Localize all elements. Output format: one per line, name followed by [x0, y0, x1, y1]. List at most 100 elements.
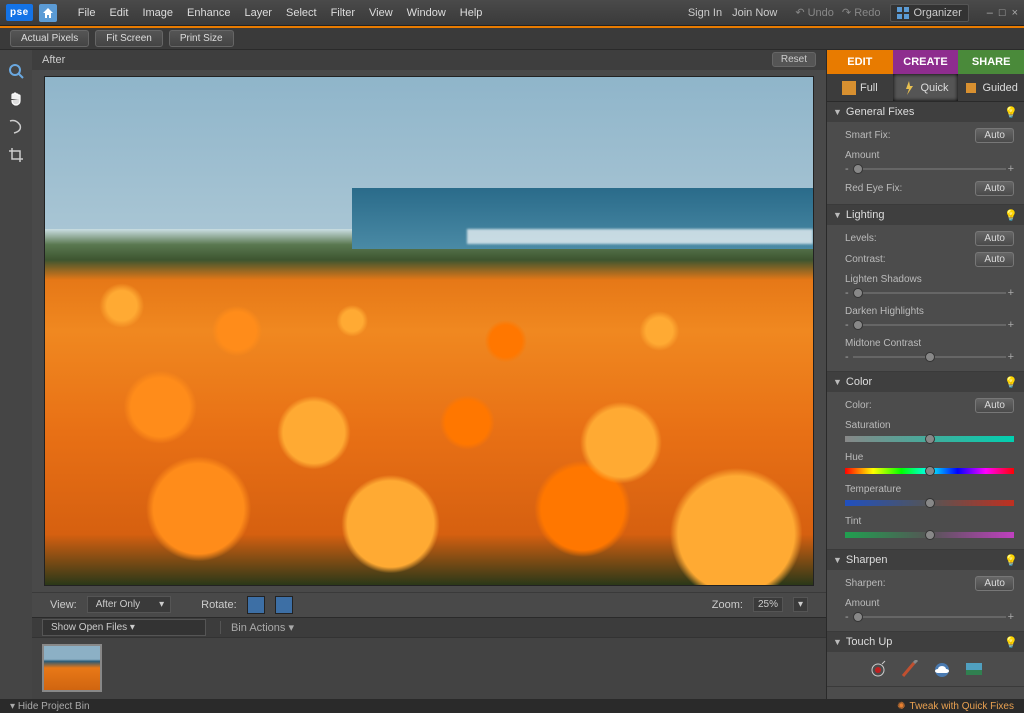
canvas-label: After [42, 54, 65, 66]
menu-image[interactable]: Image [135, 7, 180, 19]
undo-label: Undo [808, 7, 834, 19]
whiten-teeth-tool-icon[interactable] [900, 660, 920, 678]
section-header-touchup[interactable]: ▼Touch Up💡 [827, 632, 1024, 652]
general-title: General Fixes [846, 106, 914, 118]
zoom-value[interactable]: 25% [753, 597, 783, 612]
section-header-color[interactable]: ▼Color💡 [827, 372, 1024, 392]
section-sharpen: ▼Sharpen💡 Sharpen:Auto Amount -+ [827, 550, 1024, 632]
saturation-label: Saturation [845, 420, 891, 431]
section-header-sharpen[interactable]: ▼Sharpen💡 [827, 550, 1024, 570]
rotate-left-button[interactable] [247, 596, 265, 614]
sharpen-title: Sharpen [846, 554, 888, 566]
menu-edit[interactable]: Edit [102, 7, 135, 19]
lighten-slider[interactable]: -+ [845, 287, 1014, 299]
bulb-icon[interactable]: 💡 [1004, 554, 1018, 567]
menu-file[interactable]: File [71, 7, 103, 19]
bulb-icon[interactable]: 💡 [1004, 636, 1018, 649]
menu-layer[interactable]: Layer [237, 7, 279, 19]
darken-label: Darken Highlights [845, 306, 924, 317]
color-label: Color: [845, 400, 969, 411]
black-white-tool-icon[interactable] [964, 660, 984, 678]
redo-button[interactable]: ↷ Redo [842, 6, 881, 19]
signin-link[interactable]: Sign In [688, 7, 722, 19]
minimize-button[interactable]: – [987, 7, 993, 19]
menu-filter[interactable]: Filter [324, 7, 362, 19]
darken-slider[interactable]: -+ [845, 319, 1014, 331]
smartfix-auto-button[interactable]: Auto [975, 128, 1014, 143]
bulb-icon[interactable]: 💡 [1004, 376, 1018, 389]
crop-tool-icon[interactable] [7, 146, 25, 164]
tweak-hint: ✺ Tweak with Quick Fixes [897, 701, 1014, 712]
bin-bar: Show Open Files ▾ Bin Actions ▾ [32, 617, 826, 637]
quick-select-tool-icon[interactable] [7, 118, 25, 136]
hide-bin-toggle[interactable]: ▾ Hide Project Bin [10, 701, 90, 712]
hand-tool-icon[interactable] [7, 90, 25, 108]
sharpen-amount-label: Amount [845, 598, 879, 609]
levels-label: Levels: [845, 233, 969, 244]
reset-button[interactable]: Reset [772, 52, 816, 67]
menubar: pse File Edit Image Enhance Layer Select… [0, 0, 1024, 26]
levels-auto-button[interactable]: Auto [975, 231, 1014, 246]
joinnow-link[interactable]: Join Now [732, 7, 777, 19]
contrast-auto-button[interactable]: Auto [975, 252, 1014, 267]
tab-share[interactable]: SHARE [958, 50, 1024, 74]
image-canvas[interactable] [44, 76, 814, 586]
menu-window[interactable]: Window [400, 7, 453, 19]
undo-button[interactable]: ↶ Undo [795, 6, 834, 19]
redeye-tool-icon[interactable] [868, 660, 888, 678]
smartfix-label: Smart Fix: [845, 130, 969, 141]
section-touchup: ▼Touch Up💡 [827, 632, 1024, 687]
home-icon[interactable] [39, 4, 57, 22]
project-bin [32, 637, 826, 699]
right-panel: EDIT CREATE SHARE Full Quick Guided ▼Gen… [826, 50, 1024, 699]
mode-guided[interactable]: Guided [958, 74, 1024, 101]
close-button[interactable]: × [1012, 7, 1018, 19]
rotate-right-button[interactable] [275, 596, 293, 614]
temperature-slider[interactable] [845, 497, 1014, 509]
bin-thumbnail[interactable] [42, 644, 102, 692]
center-panel: After Reset View: After Only▾ Rotate: Zo… [32, 50, 826, 699]
redeye-auto-button[interactable]: Auto [975, 181, 1014, 196]
tab-edit[interactable]: EDIT [827, 50, 893, 74]
midtone-label: Midtone Contrast [845, 338, 921, 349]
sharpen-auto-button[interactable]: Auto [975, 576, 1014, 591]
section-header-general[interactable]: ▼General Fixes💡 [827, 102, 1024, 122]
fit-screen-button[interactable]: Fit Screen [95, 30, 163, 47]
mode-full-label: Full [860, 82, 878, 94]
maximize-button[interactable]: □ [999, 7, 1006, 19]
zoom-tool-icon[interactable] [7, 62, 25, 80]
organizer-button[interactable]: Organizer [890, 4, 968, 22]
saturation-slider[interactable] [845, 433, 1014, 445]
tab-create[interactable]: CREATE [893, 50, 959, 74]
section-header-lighting[interactable]: ▼Lighting💡 [827, 205, 1024, 225]
menu-view[interactable]: View [362, 7, 400, 19]
mode-quick[interactable]: Quick [893, 74, 959, 101]
mode-guided-label: Guided [982, 82, 1017, 94]
blue-sky-tool-icon[interactable] [932, 660, 952, 678]
show-open-files-dropdown[interactable]: Show Open Files ▾ [42, 619, 206, 636]
sharpen-slider[interactable]: -+ [845, 611, 1014, 623]
zoom-dropdown[interactable]: ▾ [793, 597, 808, 612]
tint-slider[interactable] [845, 529, 1014, 541]
view-value: After Only [96, 599, 140, 610]
mode-full[interactable]: Full [827, 74, 893, 101]
guided-icon [964, 81, 978, 95]
print-size-button[interactable]: Print Size [169, 30, 234, 47]
smartfix-amount-slider[interactable]: -+ [845, 163, 1014, 175]
rotate-label: Rotate: [201, 599, 236, 611]
actual-pixels-button[interactable]: Actual Pixels [10, 30, 89, 47]
bin-actions-dropdown[interactable]: Bin Actions ▾ [220, 621, 816, 634]
view-dropdown[interactable]: After Only▾ [87, 596, 171, 613]
hue-slider[interactable] [845, 465, 1014, 477]
hue-label: Hue [845, 452, 863, 463]
midtone-slider[interactable]: -+ [845, 351, 1014, 363]
bulb-icon[interactable]: 💡 [1004, 106, 1018, 119]
color-auto-button[interactable]: Auto [975, 398, 1014, 413]
menu-enhance[interactable]: Enhance [180, 7, 237, 19]
menu-help[interactable]: Help [453, 7, 490, 19]
bulb-icon[interactable]: 💡 [1004, 209, 1018, 222]
amount-label: Amount [845, 150, 879, 161]
menu-select[interactable]: Select [279, 7, 324, 19]
redo-label: Redo [854, 7, 880, 19]
lighten-label: Lighten Shadows [845, 274, 922, 285]
